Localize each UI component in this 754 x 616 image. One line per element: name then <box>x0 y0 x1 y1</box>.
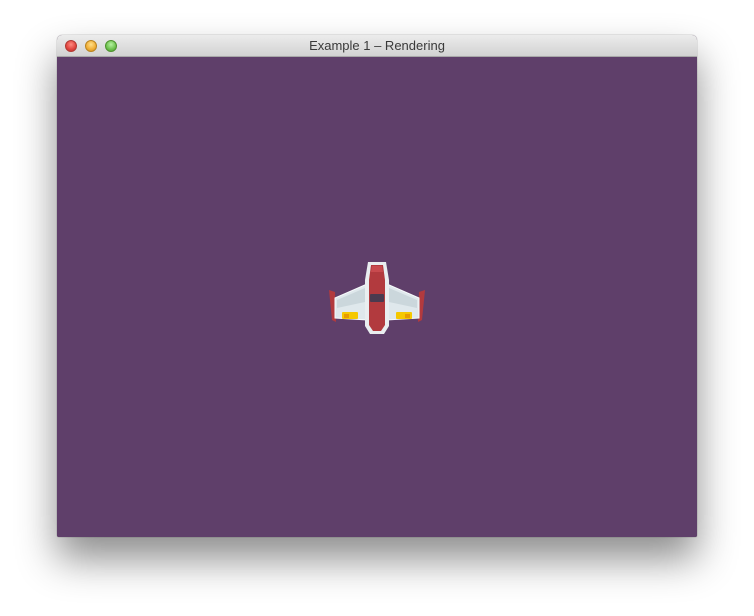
title-bar[interactable]: Example 1 – Rendering <box>57 35 697 57</box>
window-title: Example 1 – Rendering <box>309 38 445 53</box>
render-canvas[interactable] <box>57 57 697 537</box>
spaceship-icon <box>329 262 425 334</box>
app-window: Example 1 – Rendering <box>57 35 697 537</box>
